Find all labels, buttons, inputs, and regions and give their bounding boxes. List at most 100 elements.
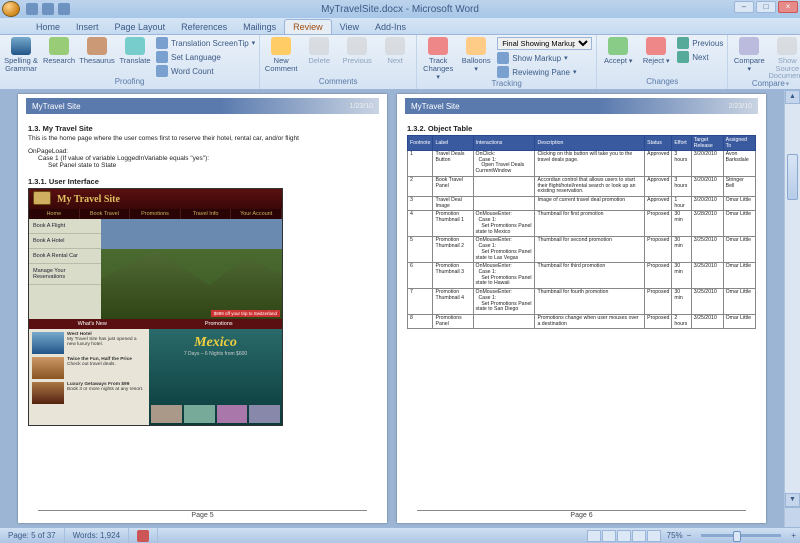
table-cell: Promotion Thumbnail 1 [433, 211, 473, 237]
translation-screentip-button[interactable]: Translation ScreenTip [156, 37, 255, 49]
web-layout-view[interactable] [617, 530, 631, 542]
full-screen-view[interactable] [602, 530, 616, 542]
table-cell: OnMouseEnter: Case 1: Set Promotions Pan… [473, 289, 535, 315]
table-cell: 4 [408, 211, 433, 237]
group-compare: Compare Show Source Documents Compare [728, 35, 800, 89]
proof-status[interactable] [129, 528, 158, 543]
tab-home[interactable]: Home [28, 20, 68, 34]
zoom-level[interactable]: 75% [667, 531, 683, 540]
document-area: MyTravel Site1/23/10 1.3. My Travel Site… [0, 90, 784, 527]
table-cell: Omar Little [723, 289, 755, 315]
table-cell: Promotion Thumbnail 2 [433, 237, 473, 263]
print-layout-view[interactable] [587, 530, 601, 542]
tab-mailings[interactable]: Mailings [235, 20, 284, 34]
word-count-status[interactable]: Words: 1,924 [65, 528, 129, 543]
reviewing-pane-button[interactable]: Reviewing Pane [497, 66, 592, 78]
ui-heading: 1.3.1. User Interface [28, 177, 377, 186]
vertical-scrollbar[interactable]: ▲ ▼ [784, 90, 800, 527]
scroll-down-button[interactable]: ▼ [785, 493, 800, 507]
table-cell: 3/20/2010 [691, 197, 723, 211]
balloons-button[interactable]: Balloons [459, 37, 493, 73]
outline-view[interactable] [632, 530, 646, 542]
table-header: Assigned To [723, 136, 755, 151]
group-changes: Accept Reject Previous Next Changes [597, 35, 728, 89]
table-row: 5Promotion Thumbnail 2OnMouseEnter: Case… [408, 237, 756, 263]
minimize-button[interactable]: – [734, 1, 754, 13]
object-table: FootnoteLabelInteractionsDescriptionStat… [407, 135, 756, 329]
tab-insert[interactable]: Insert [68, 20, 107, 34]
tab-page-layout[interactable]: Page Layout [107, 20, 174, 34]
case-action: Set Panel state to State [48, 162, 377, 169]
table-cell: Thumbnail for fourth promotion [535, 289, 645, 315]
table-row: 7Promotion Thumbnail 4OnMouseEnter: Case… [408, 289, 756, 315]
browse-object-control[interactable] [785, 507, 800, 527]
research-button[interactable]: Research [42, 37, 76, 65]
show-source-button[interactable]: Show Source Documents [770, 37, 800, 88]
redo-icon[interactable] [58, 3, 70, 15]
maximize-button[interactable]: □ [756, 1, 776, 13]
table-cell [473, 314, 535, 328]
table-cell: 30 min [672, 289, 691, 315]
tab-add-ins[interactable]: Add-Ins [367, 20, 414, 34]
tab-view[interactable]: View [332, 20, 367, 34]
section-heading: 1.3. My Travel Site [28, 124, 377, 133]
table-cell: 3/28/2010 [691, 211, 723, 237]
proof-icon [137, 530, 149, 542]
table-cell: 3/25/2010 [691, 289, 723, 315]
table-cell: Proposed [645, 211, 672, 237]
draft-view[interactable] [647, 530, 661, 542]
mock-nav: HomeBook TravelPromotionsTravel InfoYour… [29, 209, 282, 219]
compare-button[interactable]: Compare [732, 37, 766, 73]
table-cell: Omar Little [723, 237, 755, 263]
hero-tag: $899 off your trip to Switzerland [211, 310, 280, 317]
mock-logo [33, 191, 51, 205]
thesaurus-button[interactable]: Thesaurus [80, 37, 114, 65]
next-change-button[interactable]: Next [677, 51, 723, 63]
table-cell: Travel Deal Image [433, 197, 473, 211]
page-number: Page 5 [38, 510, 367, 519]
table-cell: Approved [645, 151, 672, 177]
table-cell: 2 hours [672, 314, 691, 328]
scroll-thumb[interactable] [787, 154, 798, 200]
save-icon[interactable] [26, 3, 38, 15]
set-language-button[interactable]: Set Language [156, 51, 255, 63]
scroll-up-button[interactable]: ▲ [785, 90, 800, 104]
show-markup-button[interactable]: Show Markup [497, 52, 592, 64]
title-bar: MyTravelSite.docx - Microsoft Word – □ × [0, 0, 800, 18]
office-button[interactable] [2, 1, 20, 17]
previous-change-button[interactable]: Previous [677, 37, 723, 49]
accept-button[interactable]: Accept [601, 37, 635, 65]
table-cell: Promotions change when user mouses over … [535, 314, 645, 328]
table-header: Interactions [473, 136, 535, 151]
page-status[interactable]: Page: 5 of 37 [0, 528, 65, 543]
track-changes-button[interactable]: Track Changes [421, 37, 455, 81]
next-comment-button[interactable]: Next [378, 37, 412, 65]
table-cell: 30 min [672, 263, 691, 289]
reject-button[interactable]: Reject [639, 37, 673, 65]
translate-button[interactable]: Translate [118, 37, 152, 65]
delete-comment-button[interactable]: Delete [302, 37, 336, 65]
table-cell: Omar Little [723, 197, 755, 211]
tab-references[interactable]: References [173, 20, 235, 34]
mock-hero-image: $899 off your trip to Switzerland [101, 219, 282, 319]
table-cell: Proposed [645, 314, 672, 328]
undo-icon[interactable] [42, 3, 54, 15]
table-header: Footnote [408, 136, 433, 151]
table-cell: 30 min [672, 237, 691, 263]
pane-icon [497, 66, 509, 78]
word-count-button[interactable]: Word Count [156, 65, 255, 77]
new-comment-button[interactable]: New Comment [264, 37, 298, 72]
table-row: 1Travel Deals ButtonOnClick: Case 1: Ope… [408, 151, 756, 177]
display-for-review-select[interactable]: Final Showing Markup [497, 37, 592, 50]
table-header: Target Release [691, 136, 723, 151]
table-cell: 30 min [672, 211, 691, 237]
previous-comment-button[interactable]: Previous [340, 37, 374, 65]
zoom-slider[interactable] [701, 534, 781, 537]
zoom-out-button[interactable]: − [683, 531, 696, 540]
close-button[interactable]: × [778, 1, 798, 13]
tab-review[interactable]: Review [284, 19, 332, 34]
page-number: Page 6 [417, 510, 746, 519]
status-bar: Page: 5 of 37 Words: 1,924 75% − + [0, 527, 800, 543]
spelling-grammar-button[interactable]: Spelling & Grammar [4, 37, 38, 72]
zoom-in-button[interactable]: + [787, 531, 800, 540]
